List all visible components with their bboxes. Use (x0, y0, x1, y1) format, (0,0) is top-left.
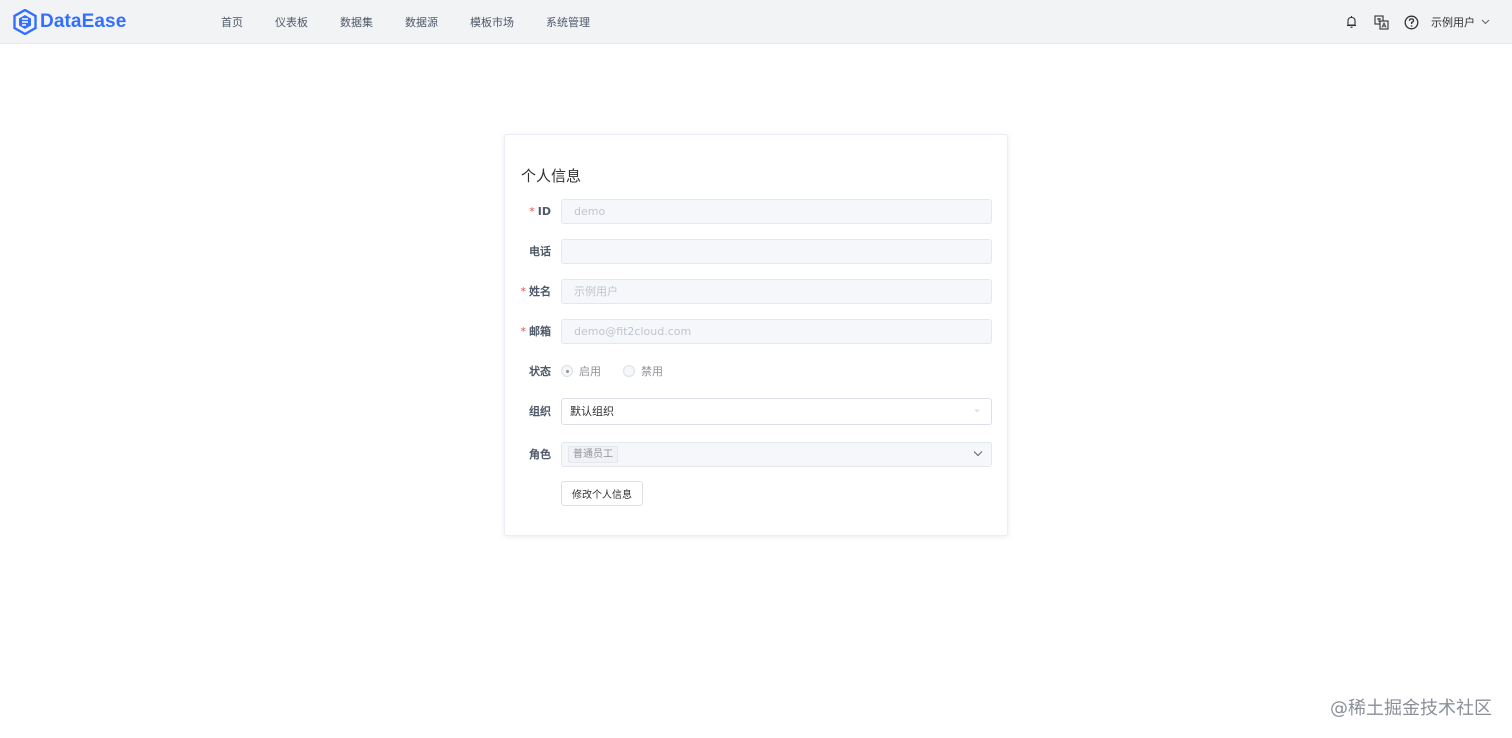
role-multi-select[interactable]: 普通员工 (561, 441, 992, 467)
nav-item-template-market[interactable]: 模板市场 (470, 14, 514, 30)
profile-card: 个人信息 * ID demo 电话 * 姓名 示例用户 * 邮箱 demo@fit2c… (504, 134, 1008, 536)
chevron-down-icon (1481, 19, 1490, 25)
form-row-id: * ID demo (505, 198, 1009, 224)
form-row-org: 组织 默认组织 (505, 397, 1009, 425)
form-row-role: 角色 普通员工 (505, 441, 1009, 467)
email-label: * 邮箱 (520, 325, 552, 338)
status-radio-disabled[interactable]: 禁用 (623, 363, 663, 379)
nav-item-dashboard[interactable]: 仪表板 (275, 14, 308, 30)
caret-down-icon (974, 409, 980, 412)
translate-icon[interactable] (1373, 14, 1389, 30)
org-label: 组织 (529, 405, 551, 418)
org-select[interactable]: 默认组织 (561, 397, 992, 425)
name-input[interactable]: 示例用户 (561, 278, 992, 304)
status-radio-enabled[interactable]: 启用 (561, 363, 601, 379)
form-row-phone: 电话 (505, 238, 1009, 264)
phone-label: 电话 (529, 245, 551, 258)
email-input[interactable]: demo@fit2cloud.com (561, 318, 992, 344)
nav-item-home[interactable]: 首页 (221, 14, 243, 30)
form-row-email: * 邮箱 demo@fit2cloud.com (505, 318, 1009, 344)
user-menu[interactable]: 示例用户 (1431, 14, 1490, 30)
required-mark: * (529, 204, 535, 218)
form-row-name: * 姓名 示例用户 (505, 278, 1009, 304)
user-name-label: 示例用户 (1431, 16, 1475, 29)
nav-item-system-management[interactable]: 系统管理 (546, 14, 590, 30)
org-select-value: 默认组织 (570, 405, 614, 418)
form-row-status: 状态 启用 禁用 (505, 358, 1009, 384)
role-label: 角色 (529, 448, 551, 461)
status-label: 状态 (529, 365, 551, 378)
phone-input[interactable] (561, 238, 992, 264)
role-tag: 普通员工 (568, 445, 618, 463)
header-tools: 示例用户 (1329, 0, 1490, 44)
nav-item-dataset[interactable]: 数据集 (340, 14, 373, 30)
dataease-logo-icon (13, 9, 37, 35)
bell-icon[interactable] (1343, 14, 1359, 30)
card-title: 个人信息 (521, 167, 582, 185)
brand-name: DataEase (40, 11, 127, 32)
chevron-down-icon (973, 450, 983, 456)
watermark: @稀土掘金技术社区 (1330, 698, 1492, 719)
id-label: * ID (529, 204, 551, 218)
status-radio-group: 启用 禁用 (561, 358, 685, 384)
required-mark: * (520, 285, 527, 298)
top-navbar: DataEase 首页 仪表板 数据集 数据源 模板市场 系统管理 示例用户 (0, 0, 1512, 44)
radio-circle-checked (561, 365, 573, 377)
required-mark: * (520, 325, 527, 338)
id-input[interactable]: demo (561, 198, 992, 224)
nav-item-datasource[interactable]: 数据源 (405, 14, 438, 30)
main-nav: 首页 仪表板 数据集 数据源 模板市场 系统管理 (221, 0, 622, 44)
name-label: * 姓名 (520, 285, 552, 298)
logo[interactable]: DataEase (13, 8, 126, 36)
radio-circle (623, 365, 635, 377)
update-profile-button[interactable]: 修改个人信息 (561, 481, 643, 506)
help-icon[interactable] (1403, 14, 1419, 30)
